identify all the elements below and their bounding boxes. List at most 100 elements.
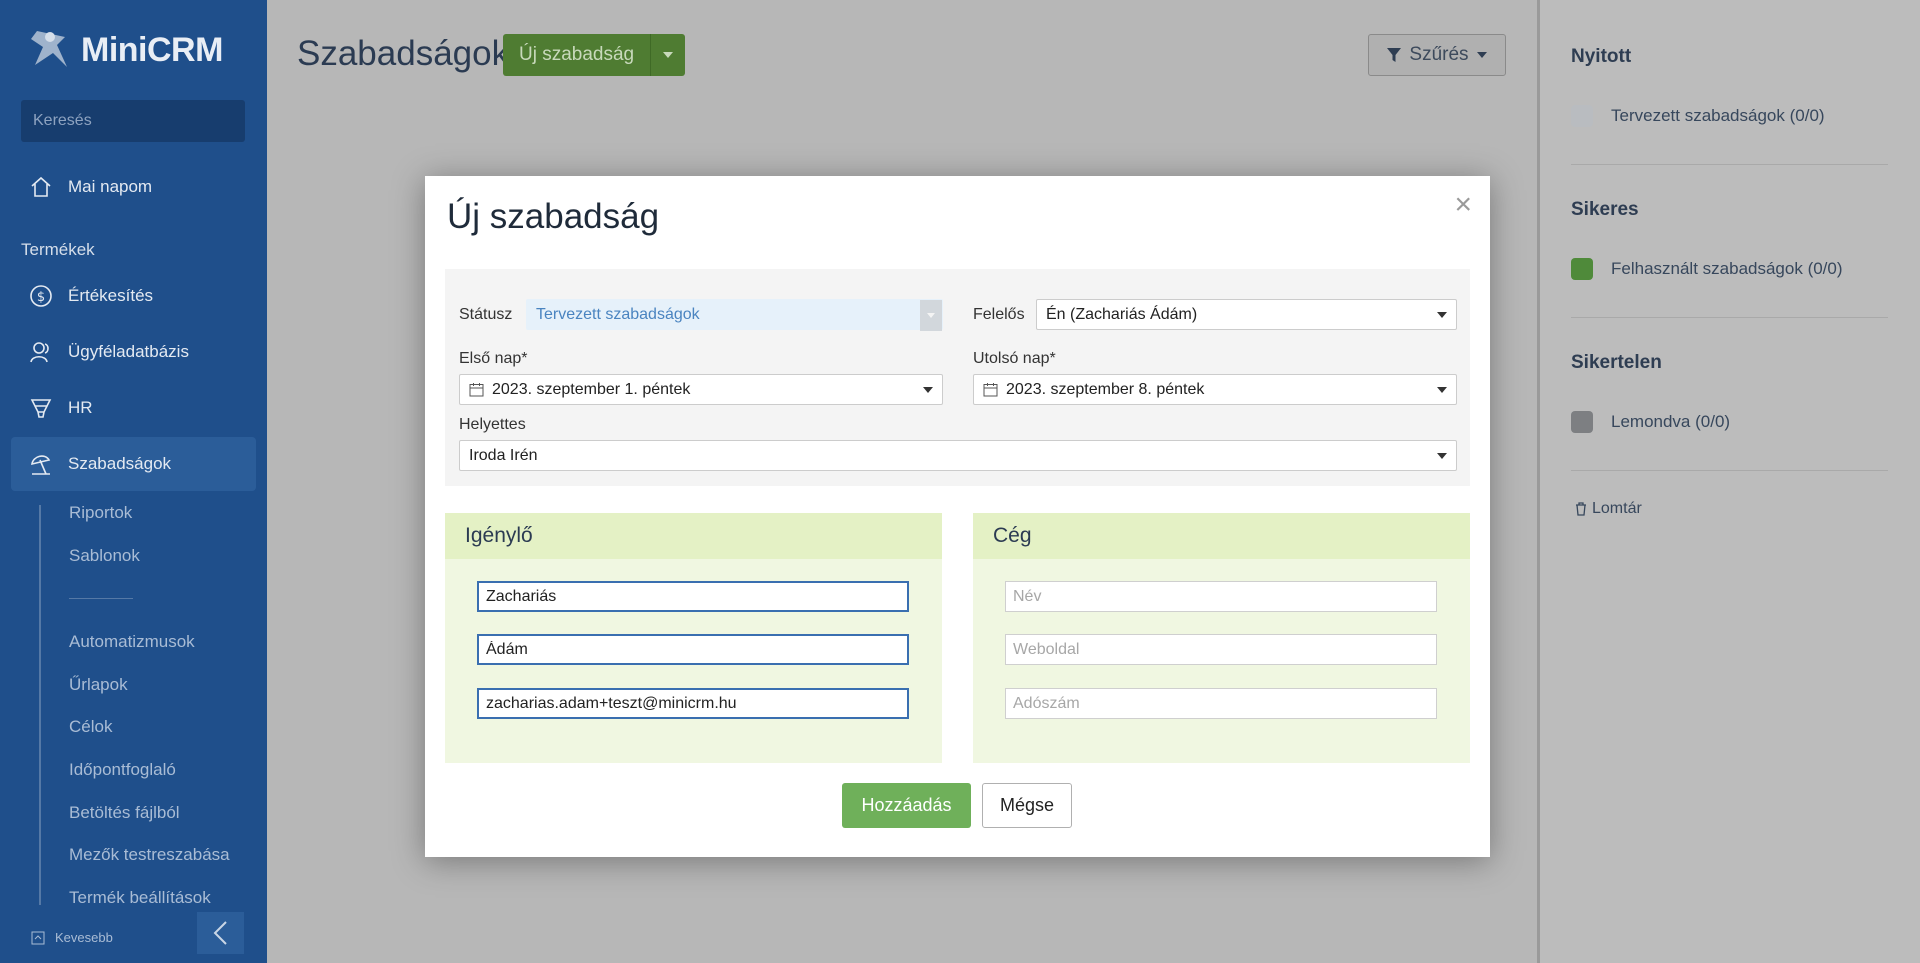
contacts-icon	[28, 339, 54, 365]
group-title-successful: Sikeres	[1571, 199, 1639, 220]
sidebar-item-sales[interactable]: $ Értékesítés	[11, 270, 256, 322]
group-title-open: Nyitott	[1571, 46, 1632, 67]
status-item-label: Tervezett szabadságok (0/0)	[1611, 106, 1825, 125]
submenu-custom-fields[interactable]: Mezők testreszabása	[69, 845, 230, 865]
vacation-fields: Státusz Tervezett szabadságok Felelős Én…	[445, 269, 1470, 486]
beach-umbrella-icon	[28, 451, 54, 477]
first-day-value: 2023. szeptember 1. péntek	[492, 380, 691, 398]
submenu-import[interactable]: Betöltés fájlból	[69, 803, 180, 823]
chevron-down-icon	[1437, 312, 1447, 318]
owner-label: Felelős	[973, 306, 1025, 323]
show-less-label: Kevesebb	[55, 930, 113, 945]
company-website-input[interactable]	[1005, 634, 1437, 665]
collapse-square-icon	[31, 931, 45, 944]
collapse-sidebar-button[interactable]	[197, 912, 244, 954]
first-day-label: Első nap*	[459, 350, 528, 367]
status-label: Státusz	[459, 306, 513, 323]
status-swatch	[1571, 411, 1593, 433]
owner-select[interactable]: Én (Zachariás Ádám)	[1036, 299, 1457, 330]
sidebar-search[interactable]	[21, 100, 245, 142]
dollar-circle-icon: $	[28, 283, 54, 309]
company-panel: Cég	[973, 513, 1470, 763]
calendar-icon	[983, 383, 998, 397]
logo[interactable]: MiniCRM	[27, 26, 223, 74]
minicrm-logo-icon	[31, 31, 67, 67]
divider	[1571, 317, 1888, 318]
status-item-planned[interactable]: Tervezett szabadságok (0/0)	[1571, 105, 1825, 127]
submenu-automations[interactable]: Automatizmusok	[69, 632, 195, 652]
submenu-divider	[69, 598, 133, 599]
submenu-booking[interactable]: Időpontfoglaló	[69, 760, 176, 780]
chevron-down-icon	[1437, 453, 1447, 459]
new-vacation-modal: Új szabadság × Státusz Tervezett szabads…	[425, 176, 1490, 857]
status-item-label: Lemondva (0/0)	[1611, 412, 1731, 431]
status-value: Tervezett szabadságok	[536, 305, 700, 323]
filter-icon	[1387, 48, 1402, 62]
trash-label: Lomtár	[1592, 500, 1642, 517]
first-day-picker[interactable]: 2023. szeptember 1. péntek	[459, 374, 943, 405]
last-name-input[interactable]	[477, 581, 909, 612]
add-button[interactable]: Hozzáadás	[842, 783, 971, 828]
owner-value: Én (Zachariás Ádám)	[1046, 305, 1198, 323]
chevron-down-icon[interactable]	[651, 34, 685, 76]
sidebar: MiniCRM Mai napom Termékek $ Értékesítés…	[0, 0, 267, 963]
filter-label: Szűrés	[1409, 44, 1469, 65]
trash-link[interactable]: Lomtár	[1575, 500, 1642, 518]
divider	[1571, 470, 1888, 471]
search-input[interactable]	[33, 112, 240, 130]
show-less-toggle[interactable]: Kevesebb	[31, 930, 113, 945]
sidebar-item-home[interactable]: Mai napom	[11, 161, 256, 213]
sidebar-item-label: Mai napom	[68, 177, 153, 196]
sidebar-item-label: HR	[68, 398, 93, 417]
submenu-reports[interactable]: Riportok	[69, 503, 132, 523]
new-vacation-button[interactable]: Új szabadság	[503, 34, 686, 76]
submenu-goals[interactable]: Célok	[69, 717, 112, 737]
trash-icon	[1576, 502, 1586, 516]
chevron-down-icon	[1476, 52, 1487, 58]
sidebar-item-hr[interactable]: HR	[11, 382, 256, 434]
status-item-cancelled[interactable]: Lemondva (0/0)	[1571, 411, 1730, 433]
submenu-forms[interactable]: Űrlapok	[69, 675, 128, 695]
requester-panel: Igénylő	[445, 513, 942, 763]
section-label-products: Termékek	[21, 240, 95, 259]
new-vacation-label[interactable]: Új szabadság	[503, 34, 652, 76]
substitute-select[interactable]: Iroda Irén	[459, 440, 1457, 471]
first-name-input[interactable]	[477, 634, 909, 665]
substitute-value: Iroda Irén	[469, 446, 538, 464]
email-input[interactable]	[477, 688, 909, 719]
chevron-left-icon	[213, 921, 227, 945]
app-name: MiniCRM	[81, 30, 223, 69]
svg-text:$: $	[37, 290, 45, 305]
sidebar-item-label: Ügyféladatbázis	[68, 342, 189, 361]
divider	[1571, 164, 1888, 165]
status-swatch	[1571, 105, 1593, 127]
status-swatch	[1571, 258, 1593, 280]
submenu-templates[interactable]: Sablonok	[69, 546, 140, 566]
status-item-used[interactable]: Felhasznált szabadságok (0/0)	[1571, 258, 1843, 280]
chevron-down-icon[interactable]	[920, 300, 942, 331]
cancel-button[interactable]: Mégse	[982, 783, 1072, 828]
status-panel: Nyitott Tervezett szabadságok (0/0) Sike…	[1540, 0, 1920, 963]
sidebar-item-label: Szabadságok	[68, 454, 172, 473]
funnel-icon	[28, 395, 54, 421]
status-item-label: Felhasznált szabadságok (0/0)	[1611, 259, 1843, 278]
filter-button[interactable]: Szűrés	[1368, 34, 1506, 76]
sidebar-item-contacts[interactable]: Ügyféladatbázis	[11, 326, 256, 378]
submenu-line	[39, 505, 41, 905]
close-icon[interactable]: ×	[1454, 188, 1472, 222]
last-day-label: Utolsó nap*	[973, 350, 1056, 367]
calendar-icon	[469, 383, 484, 397]
company-tax-input[interactable]	[1005, 688, 1437, 719]
last-day-picker[interactable]: 2023. szeptember 8. péntek	[973, 374, 1457, 405]
substitute-label: Helyettes	[459, 416, 526, 433]
home-icon	[28, 174, 54, 200]
requester-title: Igénylő	[445, 513, 942, 559]
sidebar-item-vacations[interactable]: Szabadságok	[11, 437, 256, 491]
modal-title: Új szabadság	[447, 197, 660, 236]
company-name-input[interactable]	[1005, 581, 1437, 612]
chevron-down-icon	[923, 387, 933, 393]
submenu-product-settings[interactable]: Termék beállítások	[69, 888, 211, 908]
status-select[interactable]: Tervezett szabadságok	[526, 299, 943, 331]
page-title: Szabadságok	[297, 34, 510, 73]
sidebar-item-label: Értékesítés	[68, 286, 154, 305]
